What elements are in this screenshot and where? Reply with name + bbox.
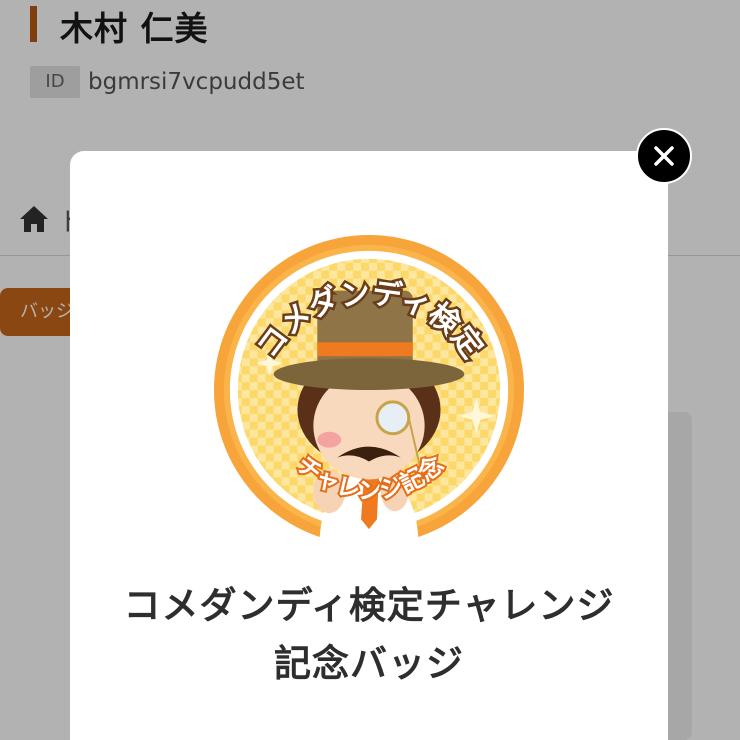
- close-button[interactable]: [636, 128, 692, 184]
- badge-image: コメダンディ検定 チャレンジ記念: [213, 234, 525, 549]
- badge-title: コメダンディ検定チャレンジ記念バッジ: [123, 584, 615, 685]
- close-icon: [654, 146, 674, 166]
- badge-modal: コメダンディ検定 チャレンジ記念 コメダンディ検定チャレンジ記念バッジ: [70, 151, 668, 740]
